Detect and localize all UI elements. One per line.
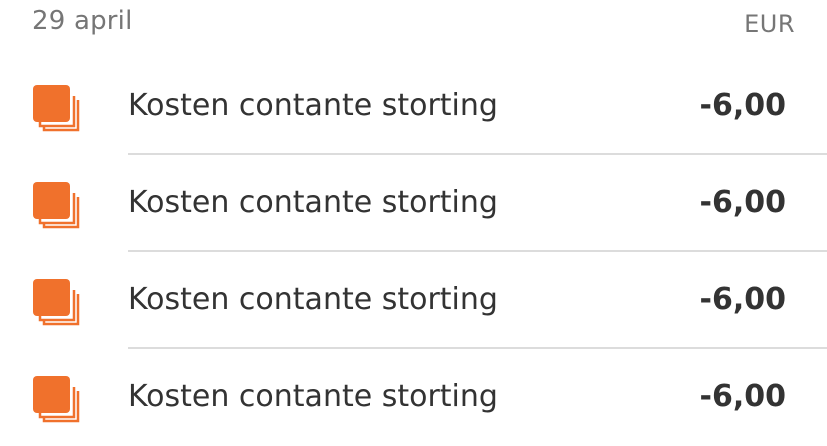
date-label: 29 april <box>32 6 133 36</box>
stacked-cards-icon <box>32 181 80 229</box>
transaction-description: Kosten contante storting <box>128 185 498 220</box>
transaction-row[interactable]: Kosten contante storting -6,00 <box>0 155 827 252</box>
day-header: 29 april EUR <box>0 0 827 58</box>
transaction-amount: -6,00 <box>699 88 786 123</box>
transaction-description: Kosten contante storting <box>128 379 498 414</box>
transaction-row[interactable]: Kosten contante storting -6,00 <box>0 58 827 155</box>
transaction-amount: -6,00 <box>699 185 786 220</box>
stacked-cards-icon <box>32 84 80 132</box>
currency-label: EUR <box>744 10 795 38</box>
transaction-amount: -6,00 <box>699 379 786 414</box>
transaction-row[interactable]: Kosten contante storting -6,00 <box>0 252 827 349</box>
transaction-description: Kosten contante storting <box>128 88 498 123</box>
transaction-amount: -6,00 <box>699 282 786 317</box>
transaction-row[interactable]: Kosten contante storting -6,00 <box>0 349 827 446</box>
transaction-list: Kosten contante storting -6,00 Kosten co… <box>0 58 827 446</box>
stacked-cards-icon <box>32 278 80 326</box>
stacked-cards-icon <box>32 375 80 423</box>
transaction-description: Kosten contante storting <box>128 282 498 317</box>
